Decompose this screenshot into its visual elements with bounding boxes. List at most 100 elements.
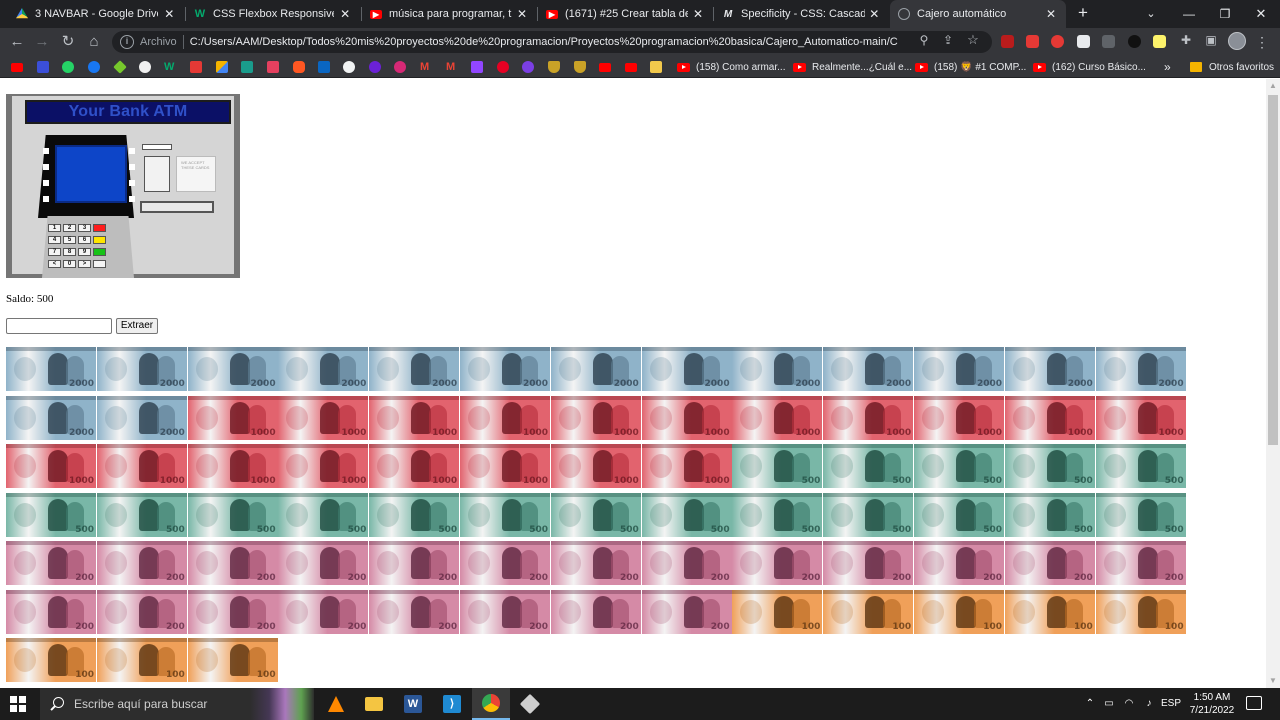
bookmark-icon[interactable]: [369, 61, 381, 73]
whatsapp-bookmark-icon[interactable]: [62, 61, 74, 73]
bookmark-star-icon[interactable]: ☆: [965, 32, 981, 48]
taskbar-git[interactable]: [511, 688, 549, 720]
bookmark-icon[interactable]: [37, 61, 49, 73]
notifications-icon[interactable]: [1246, 696, 1262, 710]
w3schools-bookmark-icon[interactable]: W: [164, 61, 176, 73]
bookmark-icon[interactable]: [293, 61, 305, 73]
tray-wifi-icon[interactable]: ◠: [1120, 688, 1138, 720]
forward-button[interactable]: →: [32, 32, 52, 52]
bookmark-icon[interactable]: [574, 61, 586, 73]
gmail-bookmark-icon[interactable]: M: [420, 61, 432, 73]
bookmark-link[interactable]: (162) Curso Básico...: [1033, 56, 1146, 78]
scroll-down-arrow[interactable]: ▼: [1266, 674, 1280, 688]
bookmark-icon[interactable]: [216, 61, 228, 73]
close-tab-icon[interactable]: ✕: [162, 7, 176, 21]
address-url[interactable]: C:/Users/AAM/Desktop/Todos%20mis%20proye…: [190, 36, 898, 48]
banknote-band: [732, 492, 823, 497]
close-tab-icon[interactable]: ✕: [338, 7, 352, 21]
tray-volume-icon[interactable]: ♪: [1140, 688, 1158, 720]
extension-icon[interactable]: [1051, 35, 1064, 48]
github-bookmark-icon[interactable]: [139, 61, 151, 73]
banknote-watermark: [831, 405, 854, 430]
youtube-bookmark-icon[interactable]: [11, 63, 23, 72]
banknote-portrait: [1137, 595, 1158, 628]
bookmark-link[interactable]: (158) 🦁 #1 COMP...: [915, 56, 1026, 78]
address-bar[interactable]: i Archivo C:/Users/AAM/Desktop/Todos%20m…: [112, 31, 992, 53]
other-bookmarks-folder[interactable]: Otros favoritos: [1190, 56, 1274, 78]
extension-icon[interactable]: [1026, 35, 1039, 48]
google-bookmark-icon[interactable]: [343, 61, 355, 73]
reload-button[interactable]: ↻: [58, 32, 78, 52]
taskbar-vlc[interactable]: [317, 688, 355, 720]
close-tab-icon[interactable]: ✕: [692, 7, 704, 21]
banknote-portrait: [138, 353, 159, 385]
linkedin-bookmark-icon[interactable]: [318, 61, 330, 73]
banknote-portrait: [865, 353, 886, 385]
bookmark-icon[interactable]: [113, 60, 127, 74]
site-info-icon[interactable]: i: [120, 35, 134, 49]
close-tab-icon[interactable]: ✕: [869, 7, 881, 21]
tab-crear-tabla[interactable]: ▶ (1671) #25 Crear tabla de pre ✕: [538, 0, 712, 28]
extension-icon[interactable]: [1001, 35, 1014, 48]
bookmark-icon[interactable]: [522, 61, 534, 73]
tray-battery-icon[interactable]: ▭: [1100, 688, 1118, 720]
profile-avatar[interactable]: [1228, 32, 1246, 50]
extraer-button[interactable]: Extraer: [116, 318, 158, 334]
banknote-watermark: [14, 648, 36, 672]
banknote-watermark: [468, 599, 490, 624]
banknote-band: [732, 541, 823, 545]
tab-google-drive[interactable]: 3 NAVBAR - Google Drive ✕: [8, 0, 184, 28]
side-panel-icon[interactable]: ▣: [1203, 32, 1219, 48]
close-tab-icon[interactable]: ✕: [516, 7, 528, 21]
share-icon[interactable]: ⇪: [940, 32, 956, 48]
tab-search-chevron-icon[interactable]: ⌄: [1134, 0, 1168, 28]
minimize-button[interactable]: —: [1172, 0, 1206, 28]
more-bookmarks-chevron[interactable]: »: [1164, 56, 1171, 78]
extensions-puzzle-icon[interactable]: ✚: [1178, 32, 1194, 48]
new-tab-button[interactable]: +: [1074, 3, 1092, 23]
gmail-bookmark-icon[interactable]: M: [446, 61, 458, 73]
close-window-button[interactable]: ✕: [1244, 0, 1278, 28]
banknote-watermark: [831, 502, 854, 527]
taskbar-chrome[interactable]: [472, 688, 510, 720]
close-tab-icon[interactable]: ✕: [1044, 7, 1058, 21]
tab-css-flexbox[interactable]: W CSS Flexbox Responsive ✕: [186, 0, 360, 28]
youtube-bookmark-icon[interactable]: [625, 63, 637, 72]
amount-input[interactable]: [6, 318, 112, 334]
tab-musica[interactable]: ▶ música para programar, traba ✕: [362, 0, 536, 28]
tray-chevron-icon[interactable]: ⌃: [1082, 688, 1098, 720]
facebook-bookmark-icon[interactable]: [88, 61, 100, 73]
browser-menu-icon[interactable]: ⋮: [1254, 32, 1270, 52]
tab-cajero-automatico[interactable]: Cajero automático ✕: [890, 0, 1066, 28]
extension-icon[interactable]: [1102, 35, 1115, 48]
scrollbar-thumb[interactable]: [1268, 95, 1278, 445]
back-button[interactable]: ←: [7, 32, 27, 52]
tray-language[interactable]: ESP: [1160, 688, 1182, 720]
extension-icon[interactable]: [1153, 35, 1166, 48]
extension-icon[interactable]: [1128, 35, 1141, 48]
bookmark-icon[interactable]: [548, 61, 560, 73]
taskbar-search-box[interactable]: Escribe aquí para buscar: [40, 688, 314, 720]
restore-button[interactable]: ❐: [1208, 0, 1242, 28]
pinterest-bookmark-icon[interactable]: [497, 61, 509, 73]
taskbar-clock[interactable]: 1:50 AM 7/21/2022: [1186, 691, 1238, 717]
bookmark-link[interactable]: (158) Como armar...: [677, 56, 785, 78]
taskbar-file-explorer[interactable]: [355, 688, 393, 720]
tab-specificity[interactable]: M Specificity - CSS: Cascading S ✕: [714, 0, 888, 28]
bookmark-icon[interactable]: [190, 61, 202, 73]
bookmark-icon[interactable]: [650, 61, 662, 73]
windows-start-icon[interactable]: [10, 696, 26, 712]
taskbar-vscode[interactable]: ⟩: [433, 688, 471, 720]
instagram-bookmark-icon[interactable]: [394, 61, 406, 73]
twitch-bookmark-icon[interactable]: [471, 61, 483, 73]
youtube-bookmark-icon[interactable]: [599, 63, 611, 72]
page-scrollbar[interactable]: ▲ ▼: [1266, 79, 1280, 688]
bookmark-link[interactable]: Realmente...¿Cuál e...: [793, 56, 912, 78]
zoom-search-icon[interactable]: ⚲: [916, 32, 932, 48]
scroll-up-arrow[interactable]: ▲: [1266, 79, 1280, 93]
bookmark-icon[interactable]: [241, 61, 253, 73]
home-button[interactable]: ⌂: [84, 32, 104, 52]
bookmark-icon[interactable]: [267, 61, 279, 73]
taskbar-word[interactable]: W: [394, 688, 432, 720]
extension-icon[interactable]: [1077, 35, 1090, 48]
